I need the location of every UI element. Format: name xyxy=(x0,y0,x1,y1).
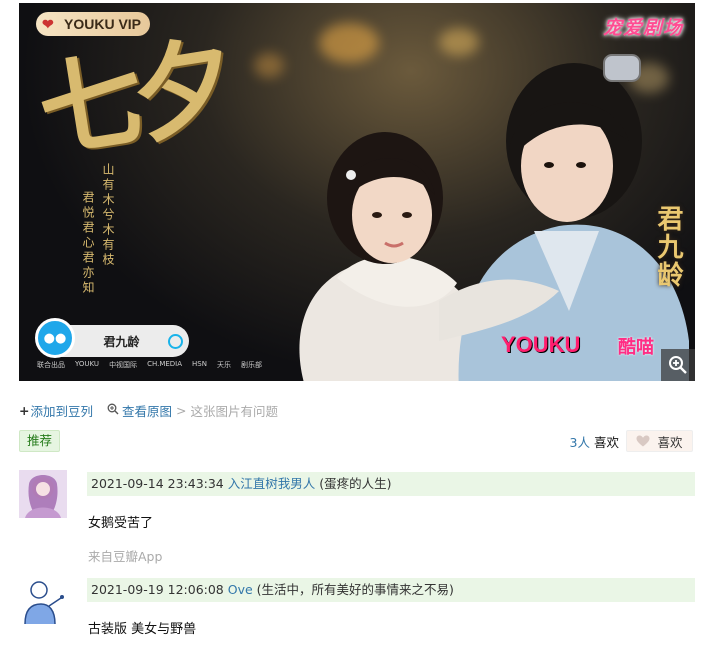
like-button-label: 喜欢 xyxy=(657,434,683,450)
comment-author[interactable]: Ove xyxy=(228,582,253,597)
comment-source: 来自豆瓣App xyxy=(88,549,163,564)
likes-count: 3人 喜欢 xyxy=(570,432,619,451)
partner-logos: 联合出品 YOUKU 中视国际 CH.MEDIA HSN 天乐 剧乐部 xyxy=(37,360,262,370)
comment-timestamp: 2021-09-14 23:43:34 xyxy=(91,476,224,491)
comment-author-note: (蛋疼的人生) xyxy=(319,476,392,491)
separator: > xyxy=(176,403,187,418)
image-actions: + 添加到豆列 查看原图 > 这张图片有问题 xyxy=(19,401,278,420)
report-image-link[interactable]: 这张图片有问题 xyxy=(191,401,279,420)
poster-search-text: 君九龄 xyxy=(103,334,140,349)
comment-author-note: (生活中，所有美好的事情来之不易) xyxy=(256,582,454,597)
avatar[interactable] xyxy=(19,470,67,518)
poster-search-pill: ●● 君九龄 xyxy=(35,318,189,358)
view-original-link[interactable]: 查看原图 xyxy=(122,401,172,420)
show-title-side: 君九龄 xyxy=(653,205,683,289)
comment-timestamp: 2021-09-19 12:06:08 xyxy=(91,582,224,597)
likes-suffix: 喜欢 xyxy=(593,435,619,450)
zoom-in-icon xyxy=(669,356,687,374)
likes-number[interactable]: 3人 xyxy=(570,435,590,450)
plus-icon: + xyxy=(19,403,30,418)
partner-logo: 天乐 xyxy=(216,361,231,369)
partner-logo: 剧乐部 xyxy=(240,361,262,369)
add-to-doulist-link[interactable]: 添加到豆列 xyxy=(30,401,93,420)
comment-header: 2021-09-19 12:06:08 Ove (生活中，所有美好的事情来之不易… xyxy=(87,578,695,602)
vip-label: YOUKU VIP xyxy=(64,16,142,32)
avatar[interactable] xyxy=(19,576,67,624)
channel-logo: 宠爱剧场 xyxy=(602,17,683,39)
poem-line-2: 君悦君心君亦知 xyxy=(81,191,95,296)
like-button[interactable]: 喜欢 xyxy=(626,430,693,452)
comment-item: 2021-09-19 12:06:08 Ove (生活中，所有美好的事情来之不易… xyxy=(19,576,695,646)
comment-header: 2021-09-14 23:43:34 入江直树我男人 (蛋疼的人生) xyxy=(87,472,695,496)
partner-logo: YOUKU xyxy=(75,360,100,368)
heart-icon: ❤ xyxy=(42,16,54,32)
poster-image[interactable]: ❤ YOUKU VIP 宠爱剧场 七夕 山有木兮木有枝 君悦君心君亦知 君九龄 … xyxy=(19,3,695,381)
mascot-icon: ●● xyxy=(35,318,75,358)
partner-logo: 联合出品 xyxy=(37,361,65,369)
comment-text: 女鹅受苦了 xyxy=(88,516,154,531)
search-icon xyxy=(168,333,183,349)
zoom-in-button[interactable] xyxy=(661,349,695,381)
partner-logo: 中视国际 xyxy=(109,361,138,369)
partner-logo: HSN xyxy=(192,360,207,368)
magnifier-icon xyxy=(107,403,119,418)
comment-author[interactable]: 入江直树我男人 xyxy=(228,476,316,491)
youku-logo: YOUKU xyxy=(501,332,581,357)
partner-logo: CH.MEDIA xyxy=(147,360,183,368)
comment-item: 2021-09-14 23:43:34 入江直树我男人 (蛋疼的人生) 女鹅受苦… xyxy=(19,470,695,570)
recommend-tag[interactable]: 推荐 xyxy=(19,430,61,452)
comment-text: 古装版 美女与野兽 xyxy=(88,622,197,637)
poster-title: 七夕 xyxy=(30,23,236,174)
poem-line-1: 山有木兮木有枝 xyxy=(101,163,115,268)
heart-icon xyxy=(636,435,650,447)
youku-vip-badge: ❤ YOUKU VIP xyxy=(36,12,151,36)
kumiao-logo: 酷喵 xyxy=(618,337,654,358)
